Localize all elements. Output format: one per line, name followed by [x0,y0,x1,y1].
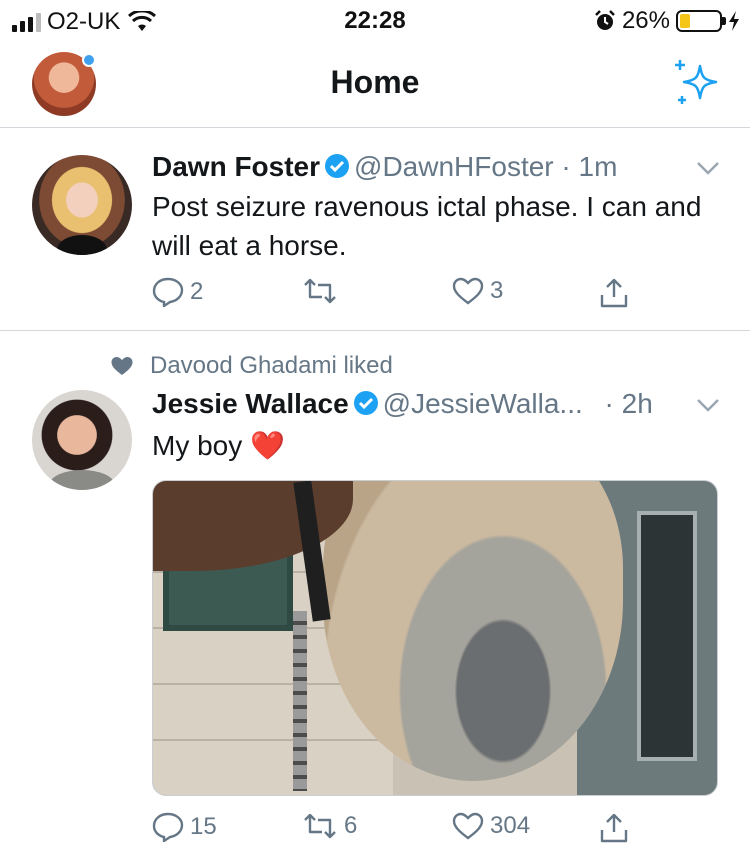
status-bar: O2-UK 22:28 26% [0,0,750,40]
like-count: 3 [490,277,504,304]
share-icon [600,278,628,308]
author-handle[interactable]: @JessieWalla... [383,388,583,419]
tweet-header: Dawn Foster @DawnHFoster · 1m [152,151,617,183]
social-context-text[interactable]: Davood Ghadami liked [150,352,393,380]
verified-icon [353,391,378,415]
alarm-icon [595,10,615,30]
author-name[interactable]: Dawn Foster [152,151,320,182]
tweet-time: · 2h [596,388,653,419]
chevron-down-icon[interactable] [696,161,720,175]
tweet-text: Post seizure ravenous ictal phase. I can… [152,191,702,261]
avatar[interactable] [32,390,132,490]
reply-count: 15 [190,813,217,840]
tweet-actions: 2 3 [152,277,712,317]
reply-icon [152,812,184,842]
tweet-time: · 1m [553,151,618,182]
author-name[interactable]: Jessie Wallace [152,388,349,419]
tweet[interactable]: Dawn Foster @DawnHFoster · 1m Post seizur… [0,129,750,331]
share-icon [600,813,628,843]
heart-emoji: ❤️ [250,430,285,461]
reply-count: 2 [190,278,204,305]
tweet-text-line: My boy ❤️ [152,426,712,465]
like-button[interactable]: 3 [452,277,503,305]
retweet-icon [304,813,336,839]
top-header: Home [0,40,750,128]
status-right: 26% [594,7,740,35]
reply-icon [152,277,184,307]
share-button[interactable] [598,277,630,309]
charging-icon [729,11,739,31]
battery-fill [680,14,690,28]
avatar[interactable] [32,155,132,255]
tweet-header: Jessie Wallace @JessieWalla... · 2h [152,388,653,420]
tweet-image[interactable] [152,480,718,796]
author-handle[interactable]: @DawnHFoster [354,151,554,182]
retweet-button[interactable] [302,277,344,305]
retweet-count: 6 [344,812,358,839]
social-context: Davood Ghadami liked [110,352,393,380]
retweet-button[interactable]: 6 [302,812,357,840]
heart-filled-icon [111,357,133,375]
share-button[interactable] [598,812,630,844]
battery-icon [676,10,726,32]
reply-button[interactable]: 2 [152,277,203,307]
like-count: 304 [490,812,531,839]
heart-icon [452,277,484,305]
tweet-actions: 15 6 304 [152,812,712,852]
retweet-icon [304,278,336,304]
reply-button[interactable]: 15 [152,812,217,842]
chevron-down-icon[interactable] [696,398,720,412]
page-title: Home [330,64,420,100]
sparkle-icon[interactable] [672,58,722,108]
tweet-text: My boy [152,430,243,461]
like-button[interactable]: 304 [452,812,530,840]
battery-percent: 26% [621,7,670,34]
tweet[interactable]: Davood Ghadami liked Jessie Wallace @Jess… [0,332,750,865]
verified-icon [325,154,350,178]
heart-icon [452,812,484,840]
